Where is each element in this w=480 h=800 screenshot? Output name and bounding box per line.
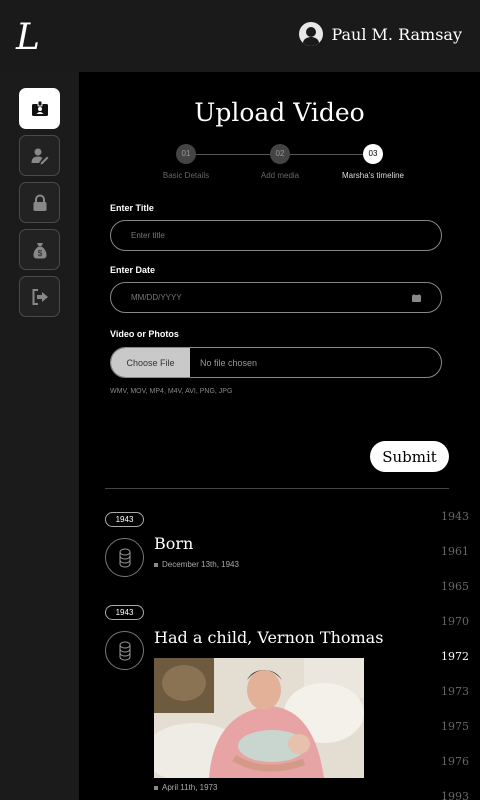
user-menu[interactable]: Paul M. Ramsay	[299, 20, 462, 48]
step-connector	[195, 154, 275, 155]
year-link[interactable]: 1943	[441, 510, 469, 523]
sidebar-item-profile[interactable]	[19, 88, 60, 129]
title-input[interactable]	[110, 220, 442, 251]
date-label: Enter Date	[110, 265, 156, 275]
user-edit-icon	[31, 148, 48, 164]
year-link[interactable]: 1961	[441, 545, 469, 558]
logout-icon	[32, 288, 48, 305]
step-2-label: Add media	[260, 171, 300, 180]
year-link[interactable]: 1973	[441, 685, 469, 698]
event-year-badge: 1943	[105, 512, 144, 527]
step-3-label: Marsha's timeline	[342, 171, 404, 180]
step-1-label: Basic Details	[162, 171, 210, 180]
sidebar-item-billing[interactable]: $	[19, 229, 60, 270]
accepted-formats: WMV, MOV, MP4, M4V, AVI, PNG, JPG	[110, 388, 233, 395]
sidebar-item-edit-profile[interactable]	[19, 135, 60, 176]
event-year-badge: 1943	[105, 605, 144, 620]
year-link[interactable]: 1976	[441, 755, 469, 768]
sidebar: $	[0, 72, 79, 800]
year-link[interactable]: 1993	[441, 790, 469, 800]
event-date: April 11th, 1973	[154, 783, 217, 792]
title-label: Enter Title	[110, 203, 154, 213]
event-date-text: April 11th, 1973	[162, 783, 218, 792]
choose-file-button[interactable]: Choose File	[111, 348, 190, 377]
app-logo[interactable]: L	[16, 16, 58, 60]
year-link[interactable]: 1965	[441, 580, 469, 593]
svg-text:$: $	[37, 249, 42, 258]
step-connector	[290, 154, 364, 155]
media-label: Video or Photos	[110, 329, 179, 339]
top-bar: L Paul M. Ramsay	[0, 0, 480, 72]
lock-icon	[33, 194, 46, 211]
year-link-current[interactable]: 1972	[441, 650, 469, 663]
id-badge-icon	[31, 100, 48, 116]
year-link[interactable]: 1975	[441, 720, 469, 733]
file-upload-field[interactable]: Choose File No file chosen	[110, 347, 442, 378]
page-title: Upload Video	[194, 98, 365, 127]
year-link[interactable]: 1970	[441, 615, 469, 628]
coins-icon	[105, 538, 144, 577]
sidebar-item-security[interactable]	[19, 182, 60, 223]
money-bag-icon: $	[32, 242, 47, 258]
divider	[105, 488, 449, 489]
file-status: No file chosen	[200, 357, 258, 368]
sidebar-item-logout[interactable]	[19, 276, 60, 317]
calendar-icon[interactable]	[412, 294, 421, 302]
step-3-circle[interactable]: 03	[363, 144, 383, 164]
submit-button[interactable]: Submit	[370, 441, 449, 472]
event-title: Born	[154, 534, 194, 553]
step-2-circle[interactable]: 02	[270, 144, 290, 164]
user-name: Paul M. Ramsay	[331, 24, 462, 44]
coins-icon	[105, 631, 144, 670]
step-1-circle[interactable]: 01	[176, 144, 196, 164]
event-title: Had a child, Vernon Thomas	[154, 628, 384, 647]
avatar-icon	[299, 22, 324, 46]
date-input[interactable]	[110, 282, 442, 313]
date-bullet-icon	[154, 562, 158, 567]
event-date: December 13th, 1943	[154, 560, 239, 569]
main-content: Upload Video 01 02 03 Basic Details Add …	[79, 72, 480, 800]
date-bullet-icon	[154, 785, 158, 790]
event-photo[interactable]	[154, 658, 364, 778]
event-date-text: December 13th, 1943	[162, 560, 239, 569]
progress-stepper: 01 02 03 Basic Details Add media Marsha'…	[79, 144, 480, 184]
